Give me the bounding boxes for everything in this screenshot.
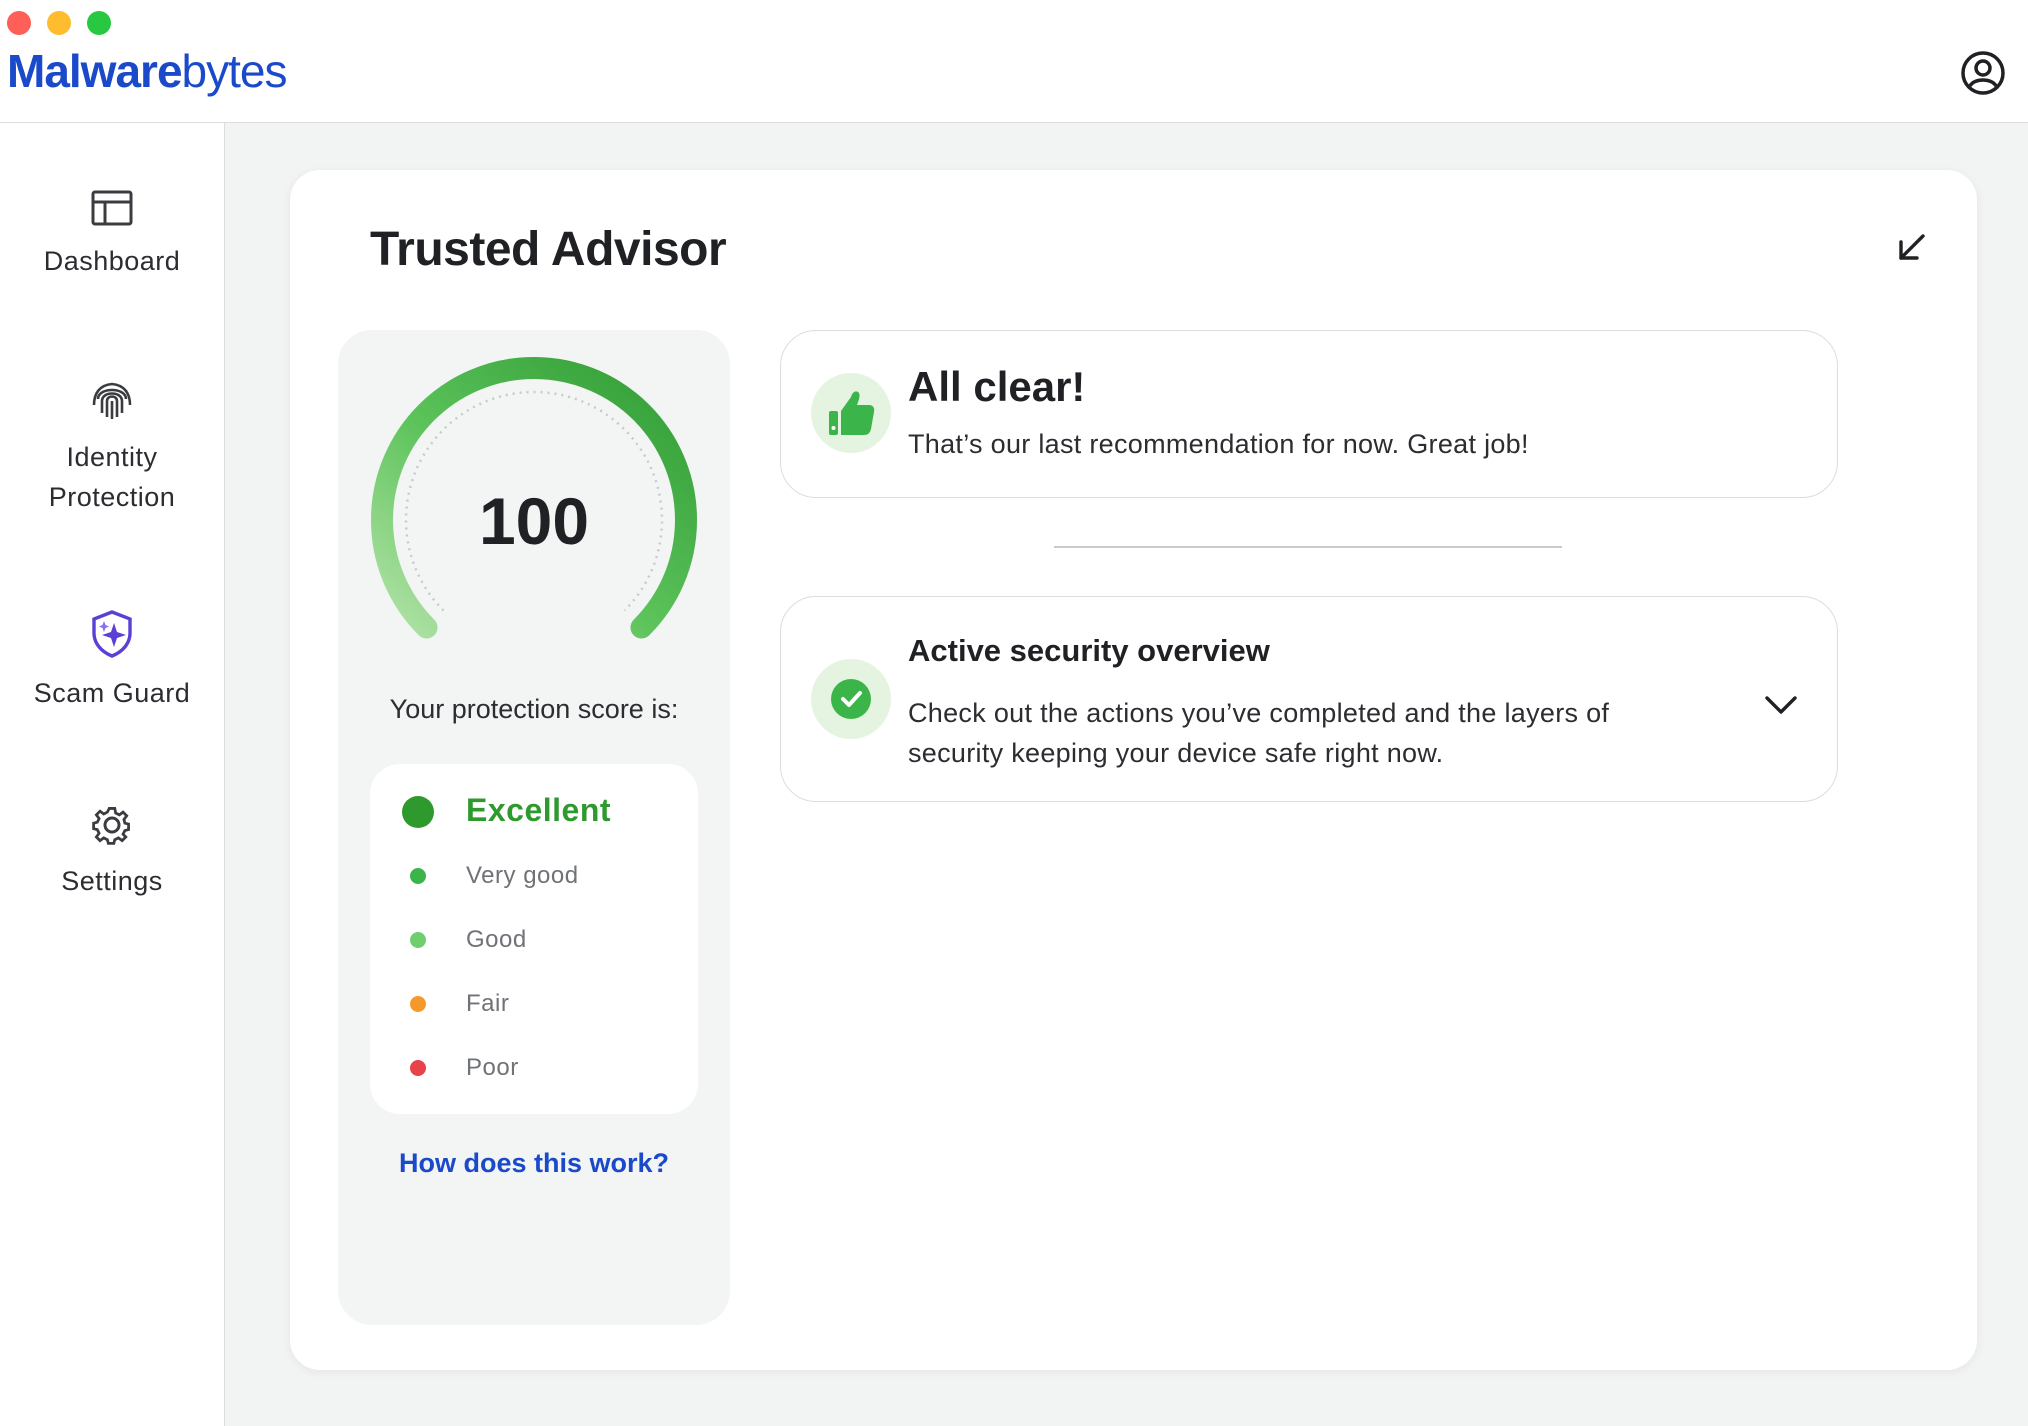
- sidebar: Dashboard Identity Protection Scam Guard…: [0, 123, 225, 1426]
- legend-label: Excellent: [466, 792, 612, 828]
- level-dot: [410, 868, 426, 884]
- sidebar-item-dashboard[interactable]: Dashboard: [0, 189, 224, 281]
- level-dot: [402, 796, 434, 828]
- shield-sparkle-icon: [92, 610, 132, 658]
- all-clear-title: All clear!: [908, 363, 1086, 410]
- thumbs-up-icon: [829, 391, 875, 435]
- score-label: Your protection score is:: [389, 694, 679, 724]
- legend-label: Poor: [466, 1054, 519, 1081]
- account-circle-icon[interactable]: [1960, 50, 2006, 96]
- sidebar-item-label: Settings: [61, 866, 163, 896]
- overview-text-line1: Check out the actions you’ve completed a…: [908, 698, 1610, 728]
- overview-text: Check out the actions you’ve completed a…: [908, 693, 1609, 773]
- score-value: 100: [479, 484, 589, 558]
- window-close-button[interactable]: [7, 11, 31, 35]
- score-levels-legend: Excellent Very good Good Fair Poor: [370, 764, 698, 1114]
- dashboard-icon: [91, 190, 133, 226]
- sidebar-item-label-line1: Identity: [66, 442, 158, 472]
- all-clear-card: All clear! That’s our last recommendatio…: [780, 330, 1838, 498]
- overview-text-line2: security keeping your device safe right …: [908, 738, 1444, 768]
- level-dot: [410, 996, 426, 1012]
- logo-text-light: bytes: [181, 45, 288, 97]
- gear-icon: [92, 807, 130, 845]
- score-gauge: 100: [371, 357, 697, 639]
- active-security-overview-card[interactable]: Active security overview Check out the a…: [780, 596, 1838, 802]
- page-title: Trusted Advisor: [370, 223, 727, 276]
- logo-text-bold: Malware: [7, 45, 183, 97]
- window-minimize-button[interactable]: [47, 11, 71, 35]
- sidebar-item-identity-protection[interactable]: Identity Protection: [0, 379, 224, 517]
- fingerprint-icon: [92, 382, 132, 419]
- sidebar-item-settings[interactable]: Settings: [0, 803, 224, 901]
- sidebar-item-scam-guard[interactable]: Scam Guard: [0, 609, 224, 713]
- sidebar-item-label-line2: Protection: [48, 482, 176, 512]
- sidebar-item-label: Dashboard: [43, 246, 181, 276]
- overview-title: Active security overview: [908, 633, 1270, 668]
- legend-label: Very good: [466, 862, 579, 889]
- level-dot: [410, 932, 426, 948]
- protection-score-panel: 100 Your protection score is: Excellent …: [338, 330, 730, 1325]
- window-maximize-button[interactable]: [87, 11, 111, 35]
- all-clear-icon-circle: [811, 373, 891, 453]
- malwarebytes-logo: Malware bytes: [7, 44, 288, 98]
- arrow-down-left-icon[interactable]: [1891, 228, 1931, 268]
- title-bar: Malware bytes: [0, 0, 2028, 123]
- how-does-this-work-link[interactable]: How does this work?: [338, 1148, 730, 1179]
- check-circle-icon: [831, 679, 871, 719]
- sidebar-item-label: Scam Guard: [33, 678, 191, 708]
- chevron-down-icon[interactable]: [1761, 685, 1801, 725]
- legend-label: Fair: [466, 990, 510, 1017]
- all-clear-text: That’s our last recommendation for now. …: [908, 429, 1529, 459]
- level-dot: [410, 1060, 426, 1076]
- legend-label: Good: [466, 926, 527, 953]
- trusted-advisor-card: Trusted Advisor 100 Your protection scor…: [290, 170, 1977, 1370]
- section-divider: [1054, 546, 1562, 548]
- overview-icon-circle: [811, 659, 891, 739]
